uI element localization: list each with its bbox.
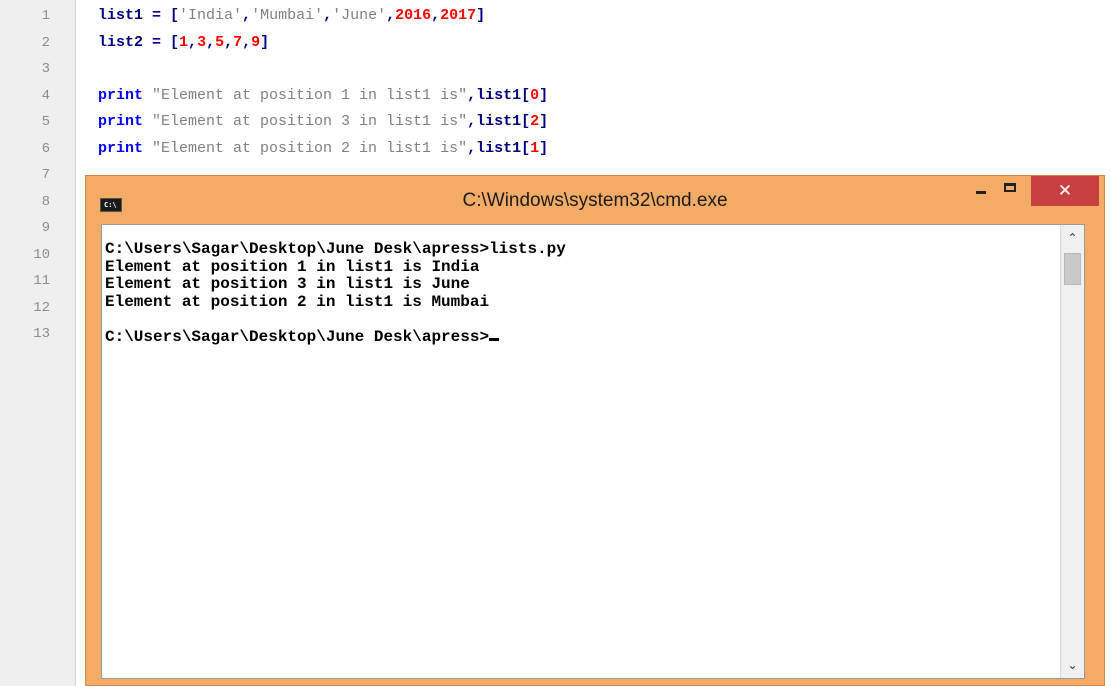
code-token: ,: [242, 33, 252, 51]
code-line[interactable]: list1 = ['India','Mumbai','June',2016,20…: [98, 3, 485, 29]
code-token: print: [98, 86, 153, 104]
code-token: ,: [467, 113, 477, 130]
code-token: ,: [431, 7, 441, 24]
console-line-text: Element at position 3 in list1 is June: [105, 275, 470, 293]
line-number: 12: [33, 299, 50, 316]
code-token: list2: [98, 33, 153, 51]
console-line-text: Element at position 1 in list1 is India: [105, 257, 480, 276]
scroll-down-arrow-icon[interactable]: ⌄: [1061, 654, 1084, 676]
code-token: ]: [476, 7, 486, 24]
code-token: 'June': [332, 7, 387, 24]
code-token: 5: [215, 33, 225, 51]
line-number: 8: [41, 193, 50, 210]
code-token: = [: [152, 7, 180, 24]
cmd-window[interactable]: C:\ C:\Windows\system32\cmd.exe ✕ C:\Use…: [85, 175, 1105, 686]
code-token: list1: [476, 113, 522, 130]
console-line: Element at position 2 in list1 is Mumbai: [105, 292, 566, 312]
minimize-button[interactable]: [968, 176, 994, 206]
code-token: [: [521, 113, 531, 130]
code-token: ]: [539, 86, 549, 104]
close-button[interactable]: ✕: [1031, 176, 1099, 206]
code-token: 1: [179, 33, 189, 51]
code-token: 'Mumbai': [251, 7, 324, 24]
code-token: list1: [98, 7, 153, 24]
console-line-text: C:\Users\Sagar\Desktop\June Desk\apress>: [105, 327, 490, 346]
vertical-scrollbar[interactable]: ⌃ ⌄: [1060, 225, 1084, 678]
line-number: 7: [41, 167, 50, 183]
code-token: 9: [251, 33, 261, 51]
line-number: 11: [33, 273, 50, 289]
code-token: list1: [476, 139, 522, 157]
code-token: = [: [152, 33, 180, 51]
code-token: ,: [224, 33, 234, 51]
cmd-titlebar[interactable]: C:\ C:\Windows\system32\cmd.exe ✕: [86, 176, 1104, 220]
console-line: Element at position 3 in list1 is June: [105, 275, 566, 294]
code-token: "Element at position 1 in list1 is": [152, 86, 468, 104]
code-token: 2017: [440, 7, 477, 24]
scroll-up-arrow-icon[interactable]: ⌃: [1061, 227, 1084, 249]
code-token: ]: [539, 113, 549, 130]
code-token: 0: [530, 86, 540, 104]
line-number: 4: [41, 87, 50, 104]
code-token: print: [98, 113, 153, 130]
window-title: C:\Windows\system32\cmd.exe: [462, 190, 728, 211]
code-token: 3: [197, 33, 207, 51]
code-token: 1: [530, 139, 540, 157]
code-token: "Element at position 3 in list1 is": [152, 113, 468, 130]
console-line: C:\Users\Sagar\Desktop\June Desk\apress>: [105, 327, 566, 347]
code-line[interactable]: print "Element at position 2 in list1 is…: [98, 136, 548, 162]
code-token: [: [521, 86, 531, 104]
code-token: 2016: [395, 7, 432, 24]
line-number: 2: [41, 34, 50, 51]
code-token: ]: [539, 139, 549, 157]
code-token: ,: [467, 86, 477, 104]
code-token: ,: [467, 139, 477, 157]
line-number: 6: [41, 140, 50, 157]
code-token: ,: [206, 33, 216, 51]
console-line-text: C:\Users\Sagar\Desktop\June Desk\apress>…: [105, 240, 566, 258]
code-token: 2: [530, 113, 540, 130]
code-line[interactable]: list2 = [1,3,5,7,9]: [98, 30, 269, 56]
line-number: 3: [41, 61, 50, 77]
line-number: 9: [41, 220, 50, 236]
line-number: 10: [33, 246, 50, 263]
code-token: ,: [188, 33, 198, 51]
line-number: 13: [33, 326, 50, 342]
maximize-button[interactable]: [996, 176, 1026, 206]
scroll-thumb[interactable]: [1064, 253, 1081, 285]
console-output[interactable]: C:\Users\Sagar\Desktop\June Desk\apress>…: [101, 224, 1085, 679]
code-token: ,: [242, 7, 252, 24]
code-token: 7: [233, 33, 243, 51]
line-number-gutter: 1 2 3 4 5 6 7 8 9 10 11 12 13: [0, 0, 76, 686]
code-token: print: [98, 139, 153, 157]
code-token: "Element at position 2 in list1 is": [152, 139, 468, 157]
line-number: 1: [41, 8, 50, 24]
code-token: ,: [386, 7, 396, 24]
console-line: Element at position 1 in list1 is India: [105, 257, 566, 277]
code-token: ]: [260, 33, 270, 51]
console-line: C:\Users\Sagar\Desktop\June Desk\apress>…: [105, 240, 566, 259]
code-line[interactable]: print "Element at position 3 in list1 is…: [98, 109, 548, 135]
code-token: [: [521, 139, 531, 157]
code-token: ,: [323, 7, 333, 24]
console-text: C:\Users\Sagar\Desktop\June Desk\apress>…: [105, 240, 566, 347]
line-number: 5: [41, 114, 50, 130]
code-token: 'India': [179, 7, 243, 24]
text-cursor: [489, 337, 500, 341]
console-line-text: Element at position 2 in list1 is Mumbai: [105, 292, 490, 311]
code-line[interactable]: print "Element at position 1 in list1 is…: [98, 83, 548, 109]
code-token: list1: [476, 86, 522, 104]
